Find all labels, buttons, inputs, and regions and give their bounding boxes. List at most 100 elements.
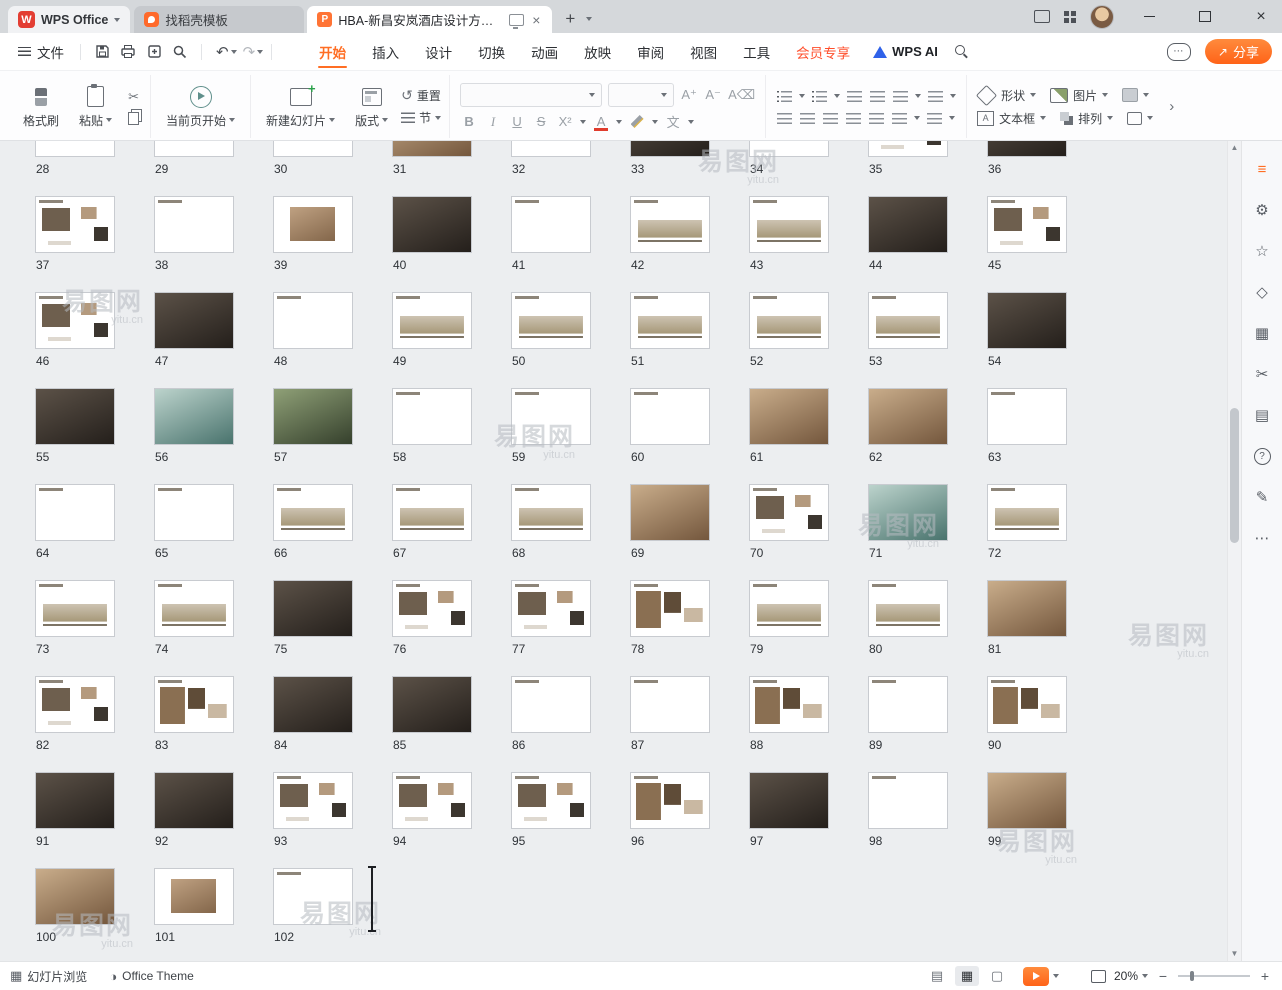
font-family-select[interactable]: [460, 83, 602, 107]
slide-cell-86[interactable]: 86: [512, 677, 590, 752]
slide-thumbnail-79[interactable]: [750, 581, 828, 636]
shapes-button[interactable]: 形状: [977, 87, 1036, 104]
slide-thumbnail-90[interactable]: [988, 677, 1066, 732]
slide-thumbnail-55[interactable]: [36, 389, 114, 444]
template-library-icon[interactable]: ▤: [1252, 405, 1272, 425]
reading-view-button[interactable]: ▢: [985, 966, 1009, 986]
slide-cell-67[interactable]: 67: [393, 485, 471, 560]
slide-cell-82[interactable]: 82: [36, 677, 114, 752]
share-button[interactable]: ↗ 分享: [1205, 39, 1272, 64]
increase-font-button[interactable]: A⁺: [680, 86, 698, 104]
cut-icon[interactable]: ✂: [125, 89, 142, 104]
slide-cell-68[interactable]: 68: [512, 485, 590, 560]
slide-cell-75[interactable]: 75: [274, 581, 352, 656]
slide-thumbnail-28[interactable]: [36, 141, 114, 156]
slide-thumbnail-101[interactable]: [155, 869, 233, 924]
underline-button[interactable]: U: [508, 113, 526, 131]
slide-cell-72[interactable]: 72: [988, 485, 1066, 560]
slide-thumbnail-48[interactable]: [274, 293, 352, 348]
scroll-up-icon[interactable]: ▲: [1231, 143, 1239, 153]
undo-chevron-icon[interactable]: [231, 50, 237, 54]
slide-thumbnail-82[interactable]: [36, 677, 114, 732]
wps-ai-button[interactable]: WPS AI: [863, 44, 948, 59]
slide-cell-97[interactable]: 97: [750, 773, 828, 848]
slide-sorter-view-button[interactable]: ▦: [955, 966, 979, 986]
slide-cell-39[interactable]: 39: [274, 197, 352, 272]
scroll-down-icon[interactable]: ▼: [1231, 949, 1239, 959]
slide-cell-77[interactable]: 77: [512, 581, 590, 656]
slide-cell-95[interactable]: 95: [512, 773, 590, 848]
print-preview-button[interactable]: [167, 40, 193, 64]
align-left-button[interactable]: [776, 110, 793, 125]
slide-thumbnail-63[interactable]: [988, 389, 1066, 444]
new-slide-button[interactable]: 新建幻灯片: [259, 83, 342, 131]
ribbon-expand-button[interactable]: ›: [1163, 75, 1180, 138]
slide-thumbnail-37[interactable]: [36, 197, 114, 252]
slide-cell-62[interactable]: 62: [869, 389, 947, 464]
tab-list-chevron-icon[interactable]: [586, 17, 592, 21]
slide-thumbnail-33[interactable]: [631, 141, 709, 156]
italic-button[interactable]: I: [484, 113, 502, 131]
slide-thumbnail-102[interactable]: [274, 869, 352, 924]
ribbon-tab-home[interactable]: 开始: [306, 33, 359, 70]
align-center-button[interactable]: [799, 110, 816, 125]
slide-cell-92[interactable]: 92: [155, 773, 233, 848]
export-pdf-button[interactable]: [141, 40, 167, 64]
slide-thumbnail-69[interactable]: [631, 485, 709, 540]
slide-thumbnail-91[interactable]: [36, 773, 114, 828]
slide-thumbnail-99[interactable]: [988, 773, 1066, 828]
slide-thumbnail-45[interactable]: [988, 197, 1066, 252]
slide-cell-89[interactable]: 89: [869, 677, 947, 752]
superscript-button[interactable]: X²: [556, 113, 574, 131]
more-tools-icon[interactable]: ⋯: [1252, 528, 1272, 548]
undo-button[interactable]: ↶: [216, 43, 237, 61]
slide-cell-49[interactable]: 49: [393, 293, 471, 368]
slide-thumbnail-31[interactable]: [393, 141, 471, 156]
slide-thumbnail-36[interactable]: [988, 141, 1066, 156]
slide-thumbnail-47[interactable]: [155, 293, 233, 348]
doc-tab-current-document[interactable]: P HBA-新昌安岚酒店设计方案... ×: [307, 6, 552, 33]
font-color-button[interactable]: A: [592, 113, 610, 131]
slide-thumbnail-35[interactable]: [869, 141, 947, 156]
columns-button[interactable]: [926, 110, 943, 125]
slide-cell-33[interactable]: 33: [631, 141, 709, 176]
feedback-bubble-icon[interactable]: ⋯: [1167, 43, 1191, 61]
slide-cell-42[interactable]: 42: [631, 197, 709, 272]
slide-thumbnail-95[interactable]: [512, 773, 590, 828]
slide-thumbnail-32[interactable]: [512, 141, 590, 156]
save-button[interactable]: [89, 40, 115, 64]
slide-cell-57[interactable]: 57: [274, 389, 352, 464]
ribbon-tab-tools[interactable]: 工具: [730, 33, 783, 70]
strikethrough-button[interactable]: S: [532, 113, 550, 131]
slide-thumbnail-67[interactable]: [393, 485, 471, 540]
paste-button[interactable]: 粘贴: [72, 83, 119, 131]
signature-icon[interactable]: ✎: [1252, 487, 1272, 507]
slide-thumbnail-89[interactable]: [869, 677, 947, 732]
slide-thumbnail-85[interactable]: [393, 677, 471, 732]
slide-thumbnail-100[interactable]: [36, 869, 114, 924]
text-effect-button[interactable]: 文: [664, 113, 682, 131]
print-button[interactable]: [115, 40, 141, 64]
text-direction-button[interactable]: [892, 88, 909, 103]
zoom-level-dropdown[interactable]: 20%: [1114, 969, 1148, 983]
slide-thumbnail-83[interactable]: [155, 677, 233, 732]
slide-thumbnail-92[interactable]: [155, 773, 233, 828]
slide-thumbnail-62[interactable]: [869, 389, 947, 444]
slide-cell-83[interactable]: 83: [155, 677, 233, 752]
new-tab-button[interactable]: +: [558, 7, 582, 31]
slide-thumbnail-71[interactable]: [869, 485, 947, 540]
slide-cell-73[interactable]: 73: [36, 581, 114, 656]
slide-thumbnail-58[interactable]: [393, 389, 471, 444]
slide-thumbnail-65[interactable]: [155, 485, 233, 540]
slide-thumbnail-64[interactable]: [36, 485, 114, 540]
slide-cell-98[interactable]: 98: [869, 773, 947, 848]
slide-thumbnail-56[interactable]: [155, 389, 233, 444]
slide-cell-64[interactable]: 64: [36, 485, 114, 560]
maximize-button[interactable]: [1184, 0, 1226, 33]
slide-thumbnail-44[interactable]: [869, 197, 947, 252]
slide-thumbnail-73[interactable]: [36, 581, 114, 636]
scrollbar-thumb[interactable]: [1230, 408, 1239, 543]
slide-thumbnail-39[interactable]: [274, 197, 352, 252]
slide-cell-76[interactable]: 76: [393, 581, 471, 656]
slide-cell-52[interactable]: 52: [750, 293, 828, 368]
